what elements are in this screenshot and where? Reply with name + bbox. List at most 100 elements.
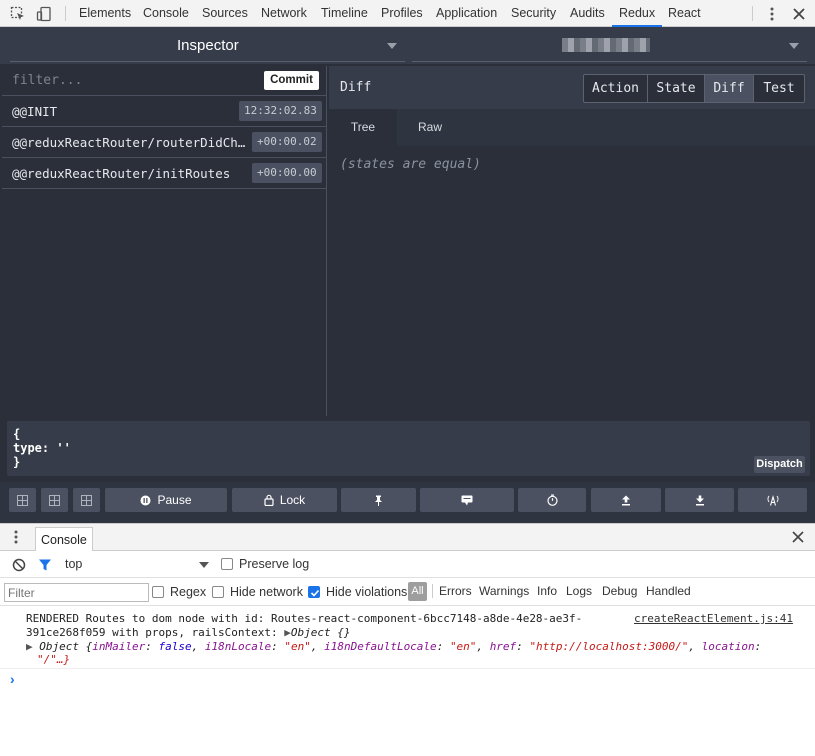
device-toolbar-icon[interactable] (34, 4, 54, 24)
subtab-raw[interactable]: Raw (397, 109, 463, 146)
upload-icon (622, 495, 630, 505)
action-row[interactable]: @@reduxReactRouter/routerDidChange +00:0… (2, 127, 327, 158)
tab-test[interactable]: Test (753, 74, 805, 103)
prop-value: "en" (284, 640, 311, 653)
log-message-text: RENDERED Routes to dom node with id: Rou… (26, 612, 583, 625)
tab-profiles[interactable]: Profiles (374, 0, 430, 27)
level-handled[interactable]: Handled (646, 584, 691, 598)
dock-right-button[interactable] (41, 488, 68, 512)
redux-devtools-panel: Inspector filter... Commit @@INIT 12:32:… (0, 27, 815, 523)
console-messages: RENDERED Routes to dom node with id: Rou… (0, 606, 815, 756)
tab-redux[interactable]: Redux (612, 0, 663, 27)
blurred-instance-name (562, 38, 650, 52)
chevron-down-icon[interactable] (199, 562, 209, 568)
preserve-log-label: Preserve log (239, 557, 310, 571)
level-all[interactable]: All (408, 582, 427, 601)
hide-violations-label: Hide violations (326, 585, 408, 599)
regex-label: Regex (170, 585, 207, 599)
tab-audits[interactable]: Audits (563, 0, 612, 27)
inline-object[interactable]: Object {} (291, 626, 351, 639)
expand-triangle-icon[interactable]: ▶ (284, 626, 291, 639)
hide-network-checkbox[interactable] (212, 586, 224, 598)
dock-left-button[interactable] (9, 488, 36, 512)
window-layout-icon (17, 494, 28, 506)
clear-console-icon[interactable] (12, 558, 26, 572)
preview-header: Diff Action State Diff Test (329, 66, 815, 109)
source-link[interactable]: createReactElement.js:41 (634, 612, 793, 625)
more-menu-icon[interactable] (762, 4, 782, 24)
pause-button[interactable]: Pause (105, 488, 227, 512)
prop-key: href (489, 640, 517, 653)
lock-label: Lock (279, 493, 306, 507)
tab-action[interactable]: Action (583, 74, 648, 103)
toolbar-divider (65, 6, 66, 21)
tab-diff[interactable]: Diff (704, 74, 754, 103)
drawer-tab-console[interactable]: Console (35, 527, 93, 552)
console-filter-input[interactable] (4, 583, 149, 602)
prop-value: "en" (449, 640, 477, 653)
console-prompt[interactable]: › (10, 671, 15, 687)
dispatch-editor[interactable]: { type: '' } Dispatch (7, 421, 810, 476)
remote-monitor-button[interactable] (420, 488, 514, 512)
action-name: @@reduxReactRouter/initRoutes (12, 166, 231, 181)
slider-button[interactable] (518, 488, 586, 512)
subtab-tree[interactable]: Tree (329, 109, 397, 146)
message-divider (0, 668, 815, 669)
close-icon[interactable] (789, 4, 809, 24)
object-continuation: "/"…} (37, 653, 71, 666)
monitor-select-value: Inspector (177, 37, 239, 54)
context-select-value[interactable]: top (65, 557, 82, 571)
tab-timeline[interactable]: Timeline (314, 0, 375, 27)
code-line: type: '' (13, 441, 71, 455)
action-time: 12:32:02.83 (239, 101, 322, 121)
dispatch-button[interactable]: Dispatch (754, 456, 805, 473)
chevron-down-icon (387, 43, 397, 49)
broadcast-icon (767, 495, 778, 506)
action-row[interactable]: @@INIT 12:32:02.83 (2, 96, 327, 127)
prop-key: location (701, 640, 755, 653)
commit-button[interactable]: Commit (264, 71, 319, 90)
close-icon[interactable] (792, 531, 804, 543)
instance-select[interactable] (412, 27, 807, 64)
console-filter-bar: Regex Hide network Hide violations All E… (0, 578, 815, 606)
action-filter-input[interactable]: filter... (12, 73, 82, 88)
regex-checkbox[interactable] (152, 586, 164, 598)
tab-security[interactable]: Security (504, 0, 563, 27)
expandable-object[interactable]: ▶ Object {inMailer: false, i18nLocale: "… (26, 640, 761, 653)
filter-funnel-icon[interactable] (38, 558, 52, 572)
diff-subtabs: Tree Raw (329, 109, 815, 146)
action-row[interactable]: @@reduxReactRouter/initRoutes +00:00.00 (2, 158, 327, 189)
drawer-menu-icon[interactable] (14, 530, 22, 546)
tab-elements[interactable]: Elements (72, 0, 138, 27)
preserve-log-checkbox[interactable] (221, 558, 233, 570)
tab-application[interactable]: Application (429, 0, 504, 27)
log-message-text: 391ce268f059 with props, railsContext: ▶… (26, 626, 351, 639)
prop-key: i18nLocale (204, 640, 272, 653)
expand-triangle-icon[interactable]: ▶ (26, 640, 33, 653)
tab-network[interactable]: Network (254, 0, 314, 27)
comment-icon (461, 495, 473, 505)
lock-button[interactable]: Lock (232, 488, 337, 512)
inspect-element-icon[interactable] (8, 4, 28, 24)
lock-icon (264, 494, 274, 506)
prop-value: false (158, 640, 192, 653)
export-button[interactable] (665, 488, 734, 512)
level-info[interactable]: Info (537, 584, 557, 598)
monitor-select[interactable]: Inspector (10, 27, 405, 64)
window-layout-icon (49, 494, 60, 506)
remote-button[interactable] (738, 488, 807, 512)
level-logs[interactable]: Logs (566, 584, 592, 598)
tab-console[interactable]: Console (136, 0, 196, 27)
level-errors[interactable]: Errors (439, 584, 472, 598)
tab-sources[interactable]: Sources (195, 0, 255, 27)
import-button[interactable] (591, 488, 661, 512)
persist-button[interactable] (341, 488, 416, 512)
window-layout-icon (81, 494, 92, 506)
tab-state[interactable]: State (647, 74, 705, 103)
hide-violations-checkbox[interactable] (308, 586, 320, 598)
prop-value: "http://localhost:3000/" (529, 640, 689, 653)
level-warnings[interactable]: Warnings (479, 584, 529, 598)
dock-bottom-button[interactable] (73, 488, 100, 512)
tab-react[interactable]: React (661, 0, 708, 27)
level-debug[interactable]: Debug (602, 584, 637, 598)
